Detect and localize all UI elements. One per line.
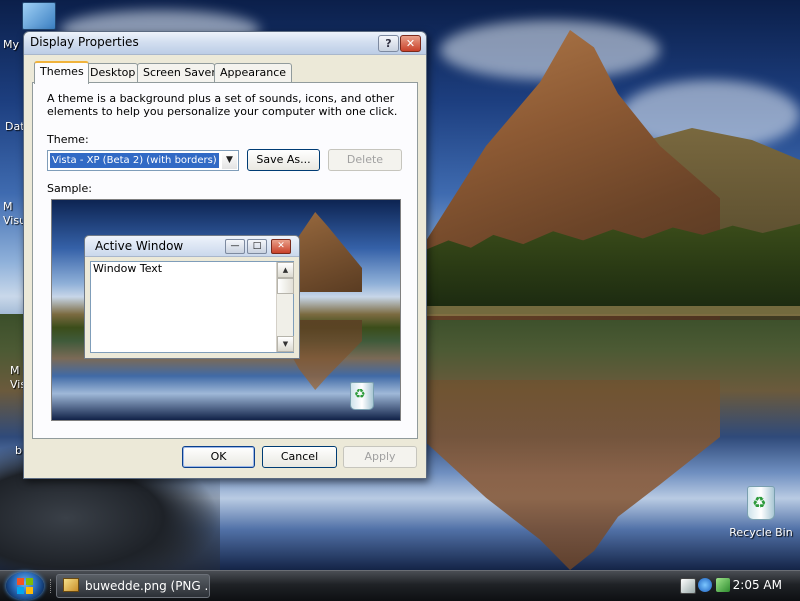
- start-button[interactable]: [6, 572, 44, 600]
- theme-sample-preview: Active Window — □ ✕ Window Text ▲ ▼: [51, 199, 401, 421]
- themes-description: A theme is a background plus a set of so…: [47, 92, 398, 118]
- ok-button[interactable]: OK: [182, 446, 255, 468]
- theme-select[interactable]: Vista - XP (Beta 2) (with borders) ▼: [47, 150, 239, 171]
- preview-scrollbar: ▲ ▼: [276, 262, 294, 352]
- tab-appearance[interactable]: Appearance: [214, 63, 292, 82]
- minimize-icon: —: [225, 239, 245, 254]
- taskbar-window-label: buwedde.png (PNG ...: [85, 579, 210, 593]
- recycle-bin-label: Recycle Bin: [729, 526, 793, 539]
- delete-button[interactable]: Delete: [328, 149, 402, 171]
- display-properties-dialog: Display Properties ? ✕ Themes Desktop Sc…: [23, 31, 427, 479]
- themes-panel: A theme is a background plus a set of so…: [32, 82, 418, 439]
- shoreline: [426, 306, 800, 316]
- preview-active-window: Active Window — □ ✕ Window Text ▲ ▼: [84, 235, 300, 359]
- preview-window-body: Window Text ▲ ▼: [90, 261, 294, 353]
- taskbar-grip[interactable]: [50, 579, 55, 593]
- my-computer-icon[interactable]: [22, 2, 56, 30]
- preview-recycle-bin-icon: [350, 382, 374, 410]
- recycle-bin[interactable]: Recycle Bin: [724, 486, 798, 539]
- status-icon[interactable]: [716, 578, 730, 592]
- taskbar: buwedde.png (PNG ... 2:05 AM: [0, 570, 800, 601]
- desktop-icon-my-computer-label[interactable]: My: [3, 38, 19, 51]
- scroll-up-icon: ▲: [277, 262, 294, 278]
- tab-screen-saver[interactable]: Screen Saver: [137, 63, 216, 82]
- desktop-icon-data-label[interactable]: Dat: [5, 120, 25, 133]
- taskbar-window-button[interactable]: buwedde.png (PNG ...: [56, 574, 210, 598]
- help-button[interactable]: ?: [378, 35, 399, 52]
- tab-themes[interactable]: Themes: [34, 61, 89, 84]
- dialog-title: Display Properties: [30, 35, 139, 49]
- theme-label: Theme:: [47, 133, 89, 146]
- network-icon[interactable]: [680, 578, 696, 594]
- sample-label: Sample:: [47, 182, 92, 195]
- scroll-down-icon: ▼: [277, 336, 294, 352]
- save-as-button[interactable]: Save As...: [247, 149, 320, 171]
- desktop-icon-b-label[interactable]: b: [15, 444, 22, 457]
- recycle-bin-icon: [747, 486, 775, 520]
- clock[interactable]: 2:05 AM: [733, 578, 782, 592]
- preview-window-title: Active Window: [95, 239, 184, 253]
- maximize-icon: □: [247, 239, 267, 254]
- apply-button[interactable]: Apply: [343, 446, 417, 468]
- preview-window-titlebar: Active Window — □ ✕: [85, 236, 299, 257]
- security-icon[interactable]: [698, 578, 712, 592]
- chevron-down-icon[interactable]: ▼: [222, 152, 237, 169]
- windows-logo-icon: [17, 578, 33, 594]
- scroll-thumb: [277, 278, 294, 294]
- preview-window-text: Window Text: [93, 262, 163, 275]
- tab-desktop[interactable]: Desktop: [84, 63, 138, 82]
- close-icon: ✕: [271, 239, 291, 254]
- close-button[interactable]: ✕: [400, 35, 421, 52]
- theme-select-value: Vista - XP (Beta 2) (with borders): [50, 153, 219, 168]
- system-tray: 2:05 AM: [674, 574, 798, 596]
- image-file-icon: [63, 578, 79, 592]
- cancel-button[interactable]: Cancel: [262, 446, 337, 468]
- dialog-titlebar[interactable]: Display Properties ? ✕: [24, 32, 426, 55]
